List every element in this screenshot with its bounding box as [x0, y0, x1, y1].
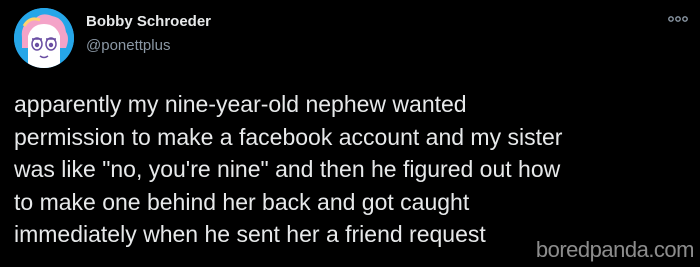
avatar-pony-icon	[14, 8, 74, 68]
tweet-text-line: to make one behind her back and got caug…	[14, 188, 470, 215]
watermark-text: boredpanda.com	[535, 237, 695, 262]
tweet-text-line: apparently my nine-year-old nephew wante…	[14, 91, 467, 117]
author-name[interactable]: Bobby Schroeder	[86, 13, 211, 30]
more-options-button[interactable]	[666, 10, 690, 28]
avatar[interactable]	[14, 8, 74, 68]
more-horizontal-icon	[668, 16, 688, 22]
tweet-text: apparently my nine-year-old nephew wante…	[14, 88, 684, 251]
author-handle[interactable]: @ponettplus	[86, 37, 170, 54]
tweet-text-line: permission to make a facebook account an…	[14, 123, 563, 150]
tweet-text-line: was like "no, you're nine" and then he f…	[14, 156, 561, 182]
watermark: boredpanda.com	[535, 237, 695, 263]
tweet-card: Bobby Schroeder @ponettplus apparently m…	[0, 0, 700, 267]
